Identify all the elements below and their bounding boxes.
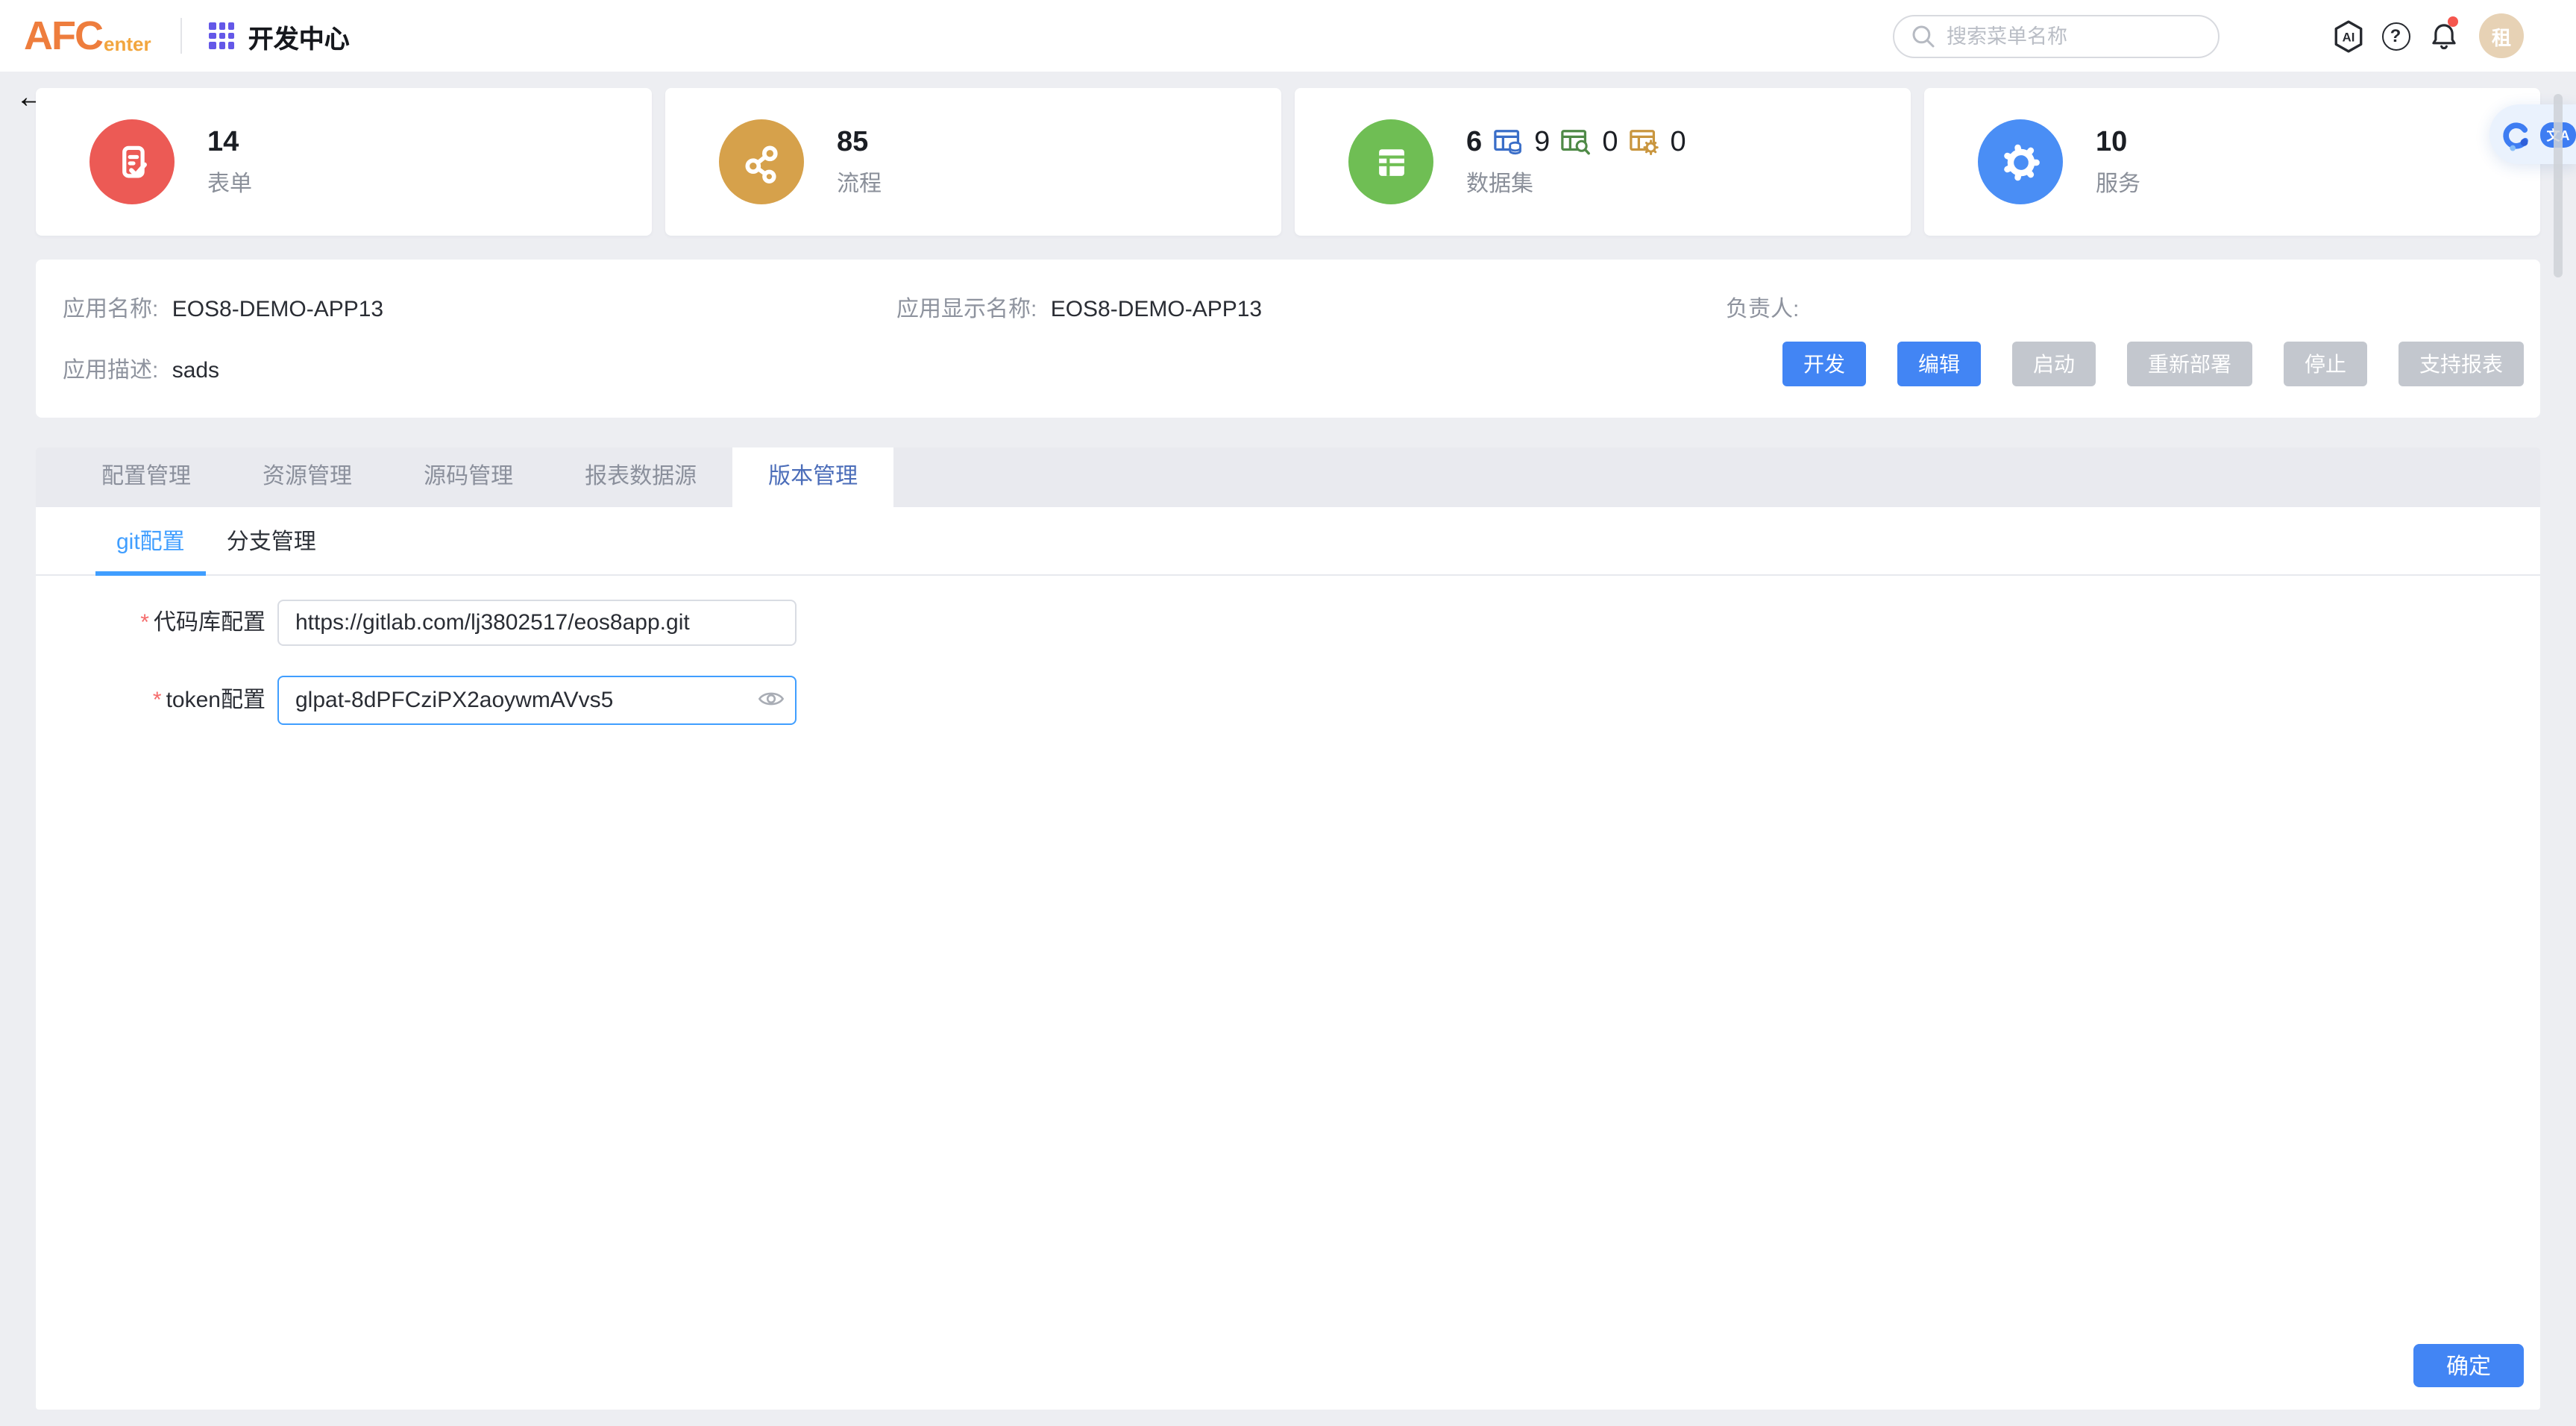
app-action-buttons: 开发 编辑 启动 重新部署 停止 支持报表 [1782, 342, 2524, 386]
top-header: AFC enter 开发中心 AI ? [0, 0, 2576, 72]
stat-value: 6 [1466, 126, 1482, 159]
app-info-panel: 应用名称: EOS8-DEMO-APP13 应用显示名称: EOS8-DEMO-… [36, 260, 2540, 418]
token-config-label: *token配置 [72, 676, 266, 725]
required-mark: * [140, 610, 149, 635]
logo-text-main: AFC [24, 16, 102, 56]
stop-button: 停止 [2284, 342, 2367, 386]
app-root: AFC enter 开发中心 AI ? [0, 0, 2576, 1426]
ai-assistant-icon[interactable]: AI [2330, 18, 2366, 54]
sub-tab-bar: git配置 分支管理 [36, 507, 2540, 576]
search-box[interactable] [1893, 14, 2220, 57]
logo-text-sub: enter [104, 32, 151, 56]
afcenter-logo[interactable]: AFC enter [24, 16, 151, 56]
stat-card-forms: 14 表单 [36, 88, 652, 236]
assistant-logo-icon [2498, 114, 2533, 154]
app-display-name-value: EOS8-DEMO-APP13 [1051, 297, 1262, 322]
main-tab-bar: 配置管理 资源管理 源码管理 报表数据源 版本管理 [36, 447, 2540, 507]
tab-report-datasource[interactable]: 报表数据源 [549, 447, 732, 507]
search-input[interactable] [1947, 25, 2185, 47]
support-report-button: 支持报表 [2398, 342, 2524, 386]
avatar[interactable]: 租 [2479, 13, 2524, 58]
form-stat-icon [89, 119, 175, 204]
stat-cards-row: 14 表单 85 流程 [36, 88, 2540, 236]
confirm-button[interactable]: 确定 [2413, 1344, 2524, 1387]
floating-assistant-widget[interactable]: 文A [2489, 104, 2576, 164]
svg-text:AI: AI [2342, 29, 2354, 43]
service-stat-icon [1978, 119, 2063, 204]
subtab-branch-management[interactable]: 分支管理 [206, 507, 337, 574]
develop-button[interactable]: 开发 [1782, 342, 1866, 386]
stat-value: 14 [207, 126, 252, 159]
stat-label: 服务 [2096, 166, 2140, 198]
stat-card-flows: 85 流程 [665, 88, 1281, 236]
app-name-value: EOS8-DEMO-APP13 [172, 297, 383, 322]
main-panel: 配置管理 资源管理 源码管理 报表数据源 版本管理 git配置 分支管理 *代码… [36, 447, 2540, 1410]
app-desc-label: 应用描述: [63, 358, 158, 383]
tab-source-management[interactable]: 源码管理 [388, 447, 549, 507]
toggle-token-visibility-button[interactable] [758, 689, 785, 709]
app-display-name-field: 应用显示名称: EOS8-DEMO-APP13 [896, 292, 1262, 324]
flow-stat-icon [719, 119, 804, 204]
stat-label: 表单 [207, 166, 252, 198]
app-desc-value: sads [172, 358, 219, 383]
dataset-stat-icon [1348, 119, 1433, 204]
stat-sub-value: 9 [1534, 126, 1550, 159]
app-display-name-label: 应用显示名称: [896, 297, 1037, 322]
dataset-config-icon [1628, 127, 1659, 158]
stat-sub-value: 0 [1602, 126, 1618, 159]
stat-label: 数据集 [1466, 166, 1686, 198]
page-title: 开发中心 [248, 17, 350, 54]
start-button: 启动 [2012, 342, 2096, 386]
repo-config-input[interactable] [277, 600, 797, 646]
stat-value: 10 [2096, 126, 2140, 159]
eye-icon [758, 689, 785, 709]
dataset-counts-row: 6 9 [1466, 126, 1686, 159]
help-icon[interactable]: ? [2378, 18, 2413, 54]
tab-resource-management[interactable]: 资源管理 [227, 447, 388, 507]
app-owner-field: 负责人: [1726, 292, 1799, 324]
redeploy-button: 重新部署 [2127, 342, 2252, 386]
repo-config-label: *代码库配置 [72, 600, 266, 646]
app-desc-field: 应用描述: sads [63, 354, 219, 385]
stat-value: 85 [837, 126, 882, 159]
app-owner-label: 负责人: [1726, 297, 1799, 322]
tab-config-management[interactable]: 配置管理 [66, 447, 227, 507]
dataset-query-icon [1560, 127, 1592, 158]
tab-version-management[interactable]: 版本管理 [732, 447, 893, 507]
subtab-git-config[interactable]: git配置 [95, 507, 206, 574]
page-scrollbar-thumb[interactable] [2554, 94, 2563, 277]
edit-button[interactable]: 编辑 [1897, 342, 1981, 386]
notification-badge [2448, 16, 2458, 27]
app-name-label: 应用名称: [63, 297, 158, 322]
app-name-field: 应用名称: EOS8-DEMO-APP13 [63, 292, 383, 324]
stat-card-services: 10 服务 [1924, 88, 2540, 236]
header-icons: AI ? 租 [2330, 13, 2524, 58]
stat-sub-value: 0 [1670, 126, 1686, 159]
required-mark: * [153, 688, 162, 713]
dataset-db-icon [1492, 127, 1524, 158]
notification-bell-icon[interactable] [2425, 18, 2461, 54]
app-menu-grid-icon[interactable] [210, 23, 235, 48]
search-icon [1911, 23, 1936, 48]
stat-label: 流程 [837, 166, 882, 198]
header-divider [181, 18, 183, 54]
token-config-input[interactable] [277, 676, 797, 725]
stat-card-datasets: 6 9 [1295, 88, 1911, 236]
